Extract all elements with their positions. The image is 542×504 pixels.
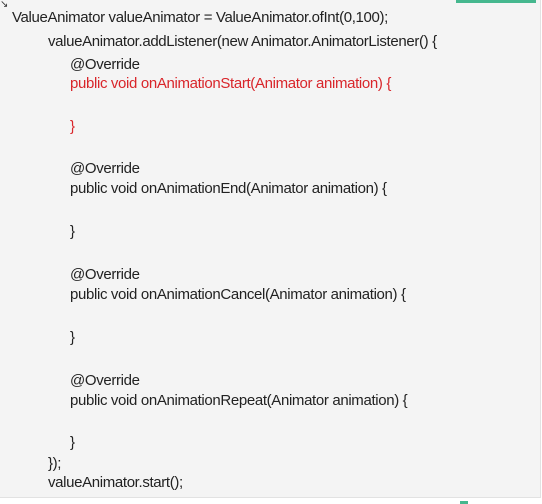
- code-snippet-panel: ↘ ValueAnimator valueAnimator = ValueAni…: [0, 0, 541, 498]
- code-line-16: valueAnimator.start();: [48, 474, 183, 491]
- code-line-14: }: [70, 434, 75, 451]
- code-line-10: public void onAnimationCancel(Animator a…: [70, 286, 406, 303]
- code-line-11: }: [70, 329, 75, 346]
- code-line-1: ValueAnimator valueAnimator = ValueAnima…: [12, 9, 388, 26]
- code-line-7: public void onAnimationEnd(Animator anim…: [70, 180, 387, 197]
- code-line-6: @Override: [70, 160, 140, 177]
- code-line-12: @Override: [70, 372, 140, 389]
- code-line-8: }: [70, 223, 75, 240]
- code-line-2: valueAnimator.addListener(new Animator.A…: [48, 33, 437, 50]
- code-line-13: public void onAnimationRepeat(Animator a…: [70, 392, 408, 409]
- code-line-15: });: [48, 455, 62, 472]
- code-line-5: }: [70, 118, 75, 135]
- code-line-9: @Override: [70, 266, 140, 283]
- code-line-3: @Override: [70, 56, 140, 73]
- code-line-4: public void onAnimationStart(Animator an…: [70, 75, 392, 92]
- accent-tab: [456, 0, 536, 3]
- resize-corner-icon: ↘: [0, 0, 9, 10]
